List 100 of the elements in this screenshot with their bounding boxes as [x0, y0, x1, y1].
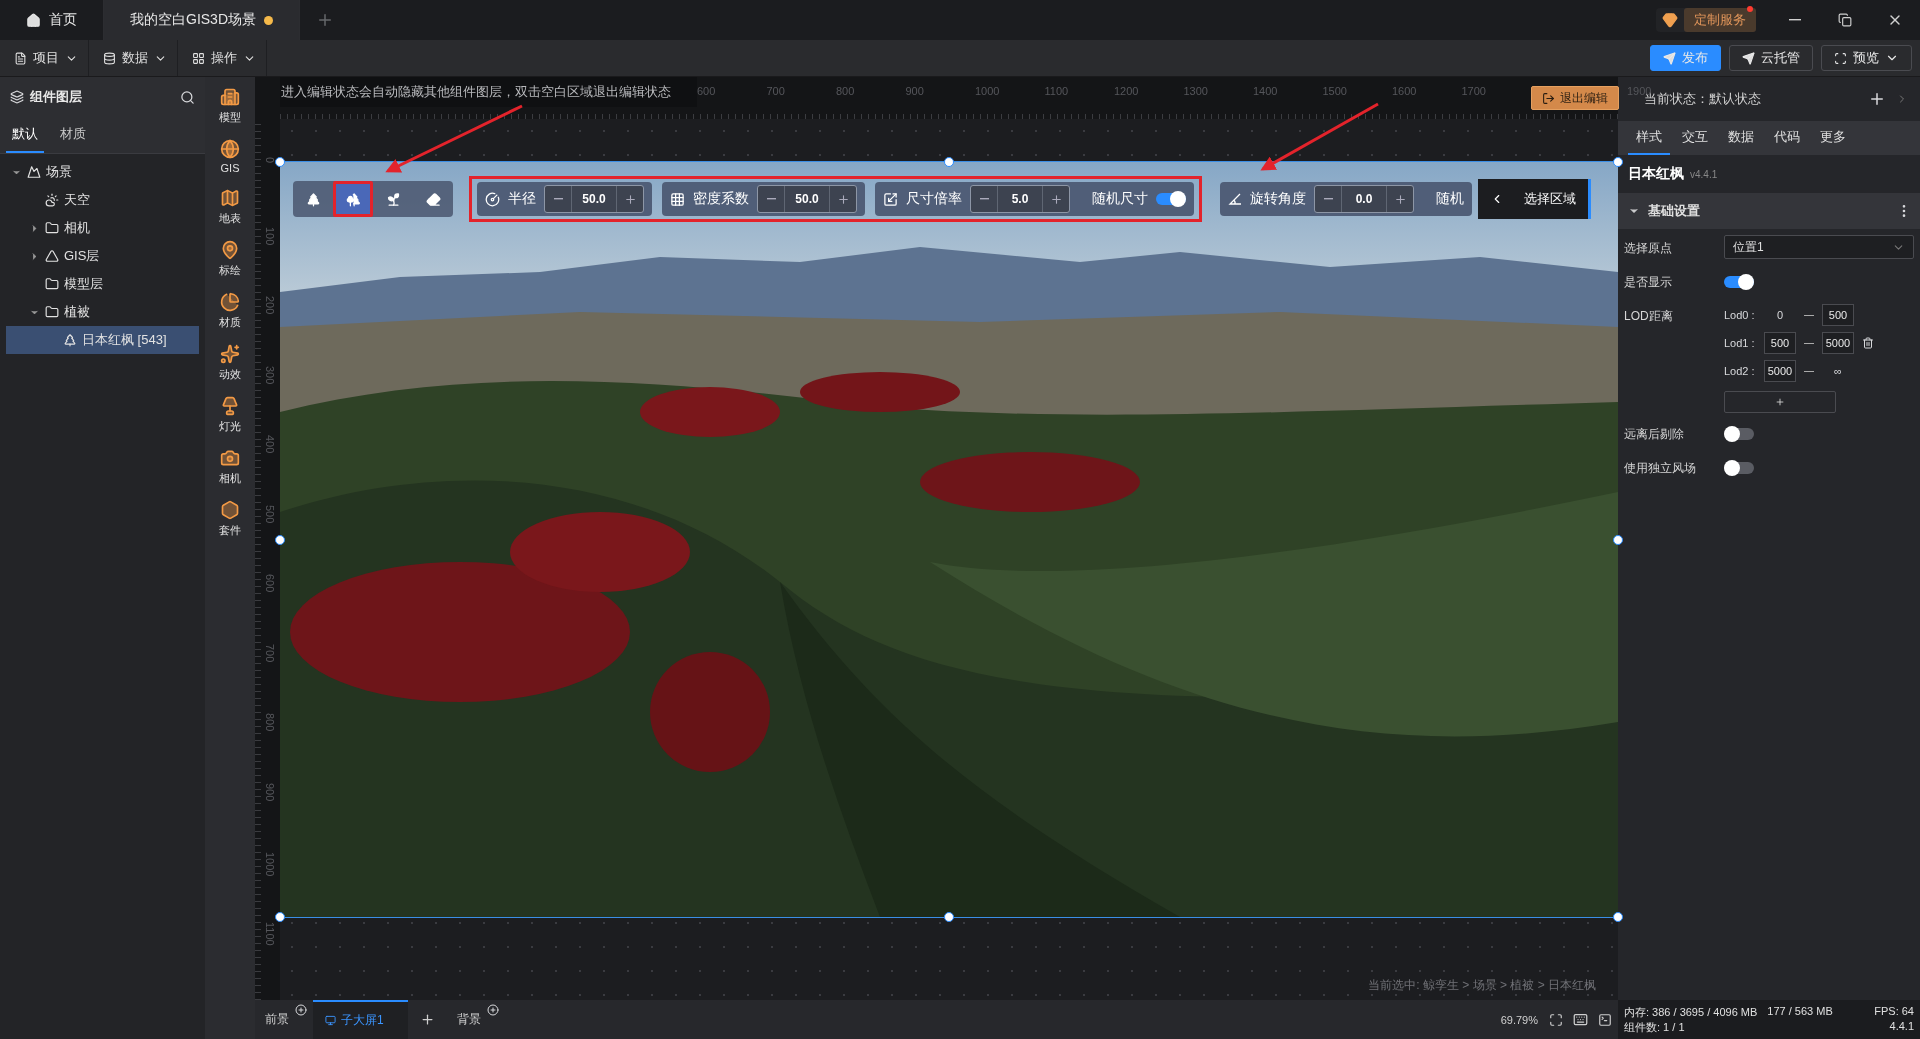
- ruler-label: 200: [262, 296, 276, 317]
- resize-handle[interactable]: [275, 912, 285, 922]
- number-field[interactable]: 500: [1822, 304, 1854, 326]
- hexagon-icon: [220, 500, 240, 520]
- eraser-icon: [425, 191, 441, 207]
- document-tab[interactable]: 我的空白GIS3D场景: [104, 0, 300, 40]
- scale-icon: [883, 191, 898, 207]
- stepper-value: 50.0: [784, 186, 830, 212]
- inspector-tab[interactable]: 更多: [1812, 121, 1854, 155]
- resize-handle[interactable]: [275, 534, 285, 545]
- widget-button[interactable]: 套件: [207, 500, 253, 538]
- minus-icon: [1323, 198, 1333, 200]
- widget-button[interactable]: 相机: [207, 448, 253, 486]
- inspector-tab[interactable]: 样式: [1628, 121, 1670, 155]
- widget-button[interactable]: 灯光: [207, 396, 253, 434]
- minus-icon: [979, 198, 989, 200]
- search-icon[interactable]: [180, 89, 195, 105]
- keyboard-icon: [1573, 1012, 1588, 1027]
- toggle-switch[interactable]: [1156, 193, 1186, 205]
- minus-icon: [1789, 19, 1801, 21]
- plus-icon: [1049, 192, 1063, 206]
- resize-handle[interactable]: [275, 157, 285, 167]
- widget-button[interactable]: GIS: [207, 139, 253, 174]
- tab-label: 我的空白GIS3D场景: [130, 11, 256, 29]
- layer-label: 背景: [456, 1011, 482, 1028]
- resize-handle[interactable]: [944, 912, 954, 922]
- triangle-icon: [45, 249, 59, 263]
- switch[interactable]: [1724, 462, 1754, 474]
- widget-button[interactable]: 模型: [207, 87, 253, 125]
- menu-item[interactable]: 操作: [178, 40, 267, 76]
- widget-button[interactable]: 动效: [207, 344, 253, 382]
- region-panel[interactable]: 选择区域: [1478, 179, 1591, 219]
- minus-icon: [553, 198, 563, 200]
- fps-stat: FPS: 64: [1874, 1004, 1914, 1019]
- number-stepper[interactable]: 0.0: [1314, 185, 1414, 213]
- plus-icon: [420, 1012, 435, 1027]
- ruler-label: 1000: [975, 85, 1000, 97]
- tree-item[interactable]: 相机: [6, 214, 199, 242]
- tree-label: 场景: [46, 163, 72, 181]
- panel-tab[interactable]: 默认: [6, 117, 44, 153]
- tree-item[interactable]: 场景: [6, 158, 199, 186]
- section-title: 基础设置: [1648, 202, 1701, 220]
- ruler-label: 100: [262, 226, 276, 247]
- add-state-icon[interactable]: [1868, 90, 1886, 108]
- restore-icon: [1838, 13, 1852, 27]
- number-stepper[interactable]: 50.0: [544, 185, 644, 213]
- inspector-tab[interactable]: 数据: [1720, 121, 1762, 155]
- memory-stat: 内存: 386 / 3695 / 4096 MB: [1624, 1004, 1758, 1020]
- widget-button[interactable]: 标绘: [207, 240, 253, 278]
- map-pin-icon: [220, 240, 240, 260]
- inspector-tab[interactable]: 代码: [1766, 121, 1808, 155]
- number-field[interactable]: 5000: [1822, 332, 1854, 354]
- menu-item[interactable]: 数据: [89, 40, 178, 76]
- ruler-label: 600: [262, 574, 276, 595]
- number-field[interactable]: 5000: [1764, 360, 1796, 382]
- fullscreen-icon: [1834, 51, 1847, 65]
- delete-icon[interactable]: [1862, 337, 1874, 349]
- building-icon: [220, 87, 240, 107]
- document-icon: [14, 51, 27, 65]
- property-label: 是否显示: [1624, 274, 1673, 291]
- ruler-label: 400: [262, 435, 276, 456]
- monitor-icon: [325, 1015, 336, 1026]
- region-label: 选择区域: [1524, 190, 1576, 208]
- section-header[interactable]: 基础设置: [1618, 193, 1920, 229]
- globe-icon: [220, 139, 240, 159]
- tree-item[interactable]: GIS层: [6, 242, 199, 270]
- menu-item[interactable]: 项目: [0, 40, 89, 76]
- switch[interactable]: [1724, 428, 1754, 440]
- tree-item[interactable]: 植被: [6, 298, 199, 326]
- number-stepper[interactable]: 50.0: [757, 185, 857, 213]
- service-button[interactable]: 定制服务: [1684, 8, 1756, 32]
- inspector-tab[interactable]: 交互: [1674, 121, 1716, 155]
- component-name: 日本红枫: [1628, 165, 1684, 183]
- widget-button[interactable]: 地表: [207, 188, 253, 226]
- toolbar-button[interactable]: 云托管: [1729, 45, 1813, 71]
- select-field[interactable]: 位置1: [1724, 235, 1914, 259]
- number-stepper[interactable]: 5.0: [970, 185, 1070, 213]
- tree-item[interactable]: 模型层: [6, 270, 199, 298]
- stepper-value: 5.0: [997, 186, 1043, 212]
- tree-icon: [63, 333, 77, 347]
- widget-button[interactable]: 材质: [207, 292, 253, 330]
- tree-item[interactable]: 天空: [6, 186, 199, 214]
- paper-plane-icon: [1663, 51, 1676, 65]
- tree-item[interactable]: 日本红枫 [543]: [6, 326, 199, 354]
- ruler-label: 1500: [1322, 85, 1347, 97]
- tool-button[interactable]: [333, 181, 373, 217]
- hint-text: 进入编辑状态会自动隐藏其他组件图层，双击空白区域退出编辑状态: [280, 83, 671, 101]
- component-count: 组件数: 1 / 1: [1624, 1019, 1686, 1035]
- layers-icon: [10, 90, 24, 104]
- exit-edit-button[interactable]: 退出编辑: [1531, 86, 1619, 110]
- panel-tab[interactable]: 材质: [54, 117, 92, 153]
- screen-tab[interactable]: 子大屏1: [313, 1000, 408, 1039]
- add-icon[interactable]: [487, 1004, 499, 1016]
- plus-icon: [316, 11, 334, 29]
- add-icon[interactable]: [295, 1004, 307, 1016]
- number-field[interactable]: 500: [1764, 332, 1796, 354]
- resize-handle[interactable]: [944, 157, 954, 167]
- ruler-label: 300: [262, 365, 276, 386]
- toolbar-button[interactable]: 预览: [1821, 45, 1912, 71]
- switch[interactable]: [1724, 276, 1754, 288]
